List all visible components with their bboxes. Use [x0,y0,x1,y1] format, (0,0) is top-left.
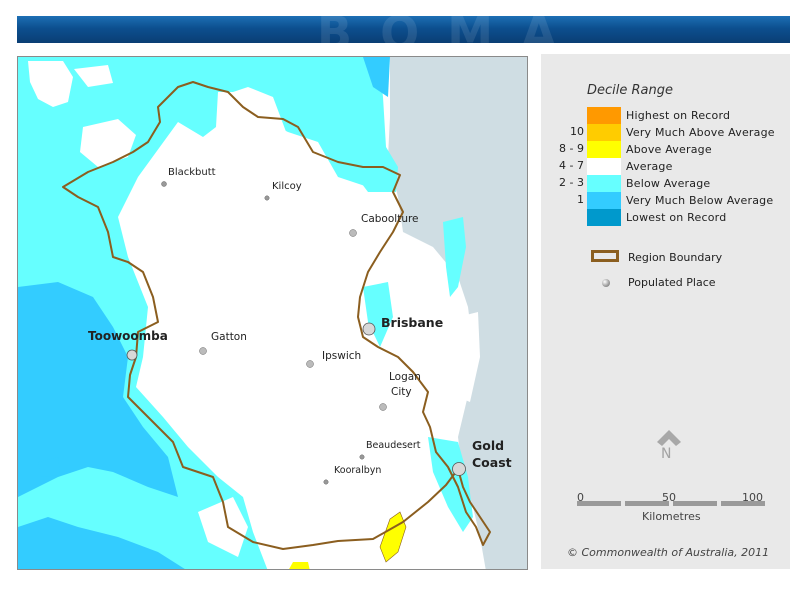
place-label-brisbane: Brisbane [381,315,443,330]
banner-watermark: B O M A [317,6,563,60]
scale-bar-segment [721,501,765,506]
legend-panel: Decile Range Highest on Record 10 Very M… [541,54,790,569]
populated-place-key [602,279,610,287]
legend-label: Very Much Below Average [626,194,774,207]
legend-swatch [587,158,621,175]
place-dot-blackbutt[interactable] [161,181,167,187]
legend-row-very-much-above: 10 Very Much Above Average [541,124,790,141]
legend-row-above: 8 - 9 Above Average [541,141,790,158]
legend-swatch [587,107,621,124]
rainfall-decile-map[interactable]: Blackbutt Kilcoy Caboolture Brisbane Too… [17,56,528,570]
place-dot-logan-city[interactable] [379,403,387,411]
map-canvas: Blackbutt Kilcoy Caboolture Brisbane Too… [18,57,527,569]
legend-row-very-much-below: 1 Very Much Below Average [541,192,790,209]
place-dot-gold-coast[interactable] [452,462,466,476]
place-label-ipswich: Ipswich [322,350,361,362]
place-dot-brisbane[interactable] [362,322,376,336]
legend-row-average: 4 - 7 Average [541,158,790,175]
header-banner: B O M A [17,6,790,60]
legend-code: 10 [570,125,584,138]
scale-bar-segment [577,501,621,506]
legend-row-below: 2 - 3 Below Average [541,175,790,192]
legend-code: 4 - 7 [559,159,584,172]
place-label-gatton: Gatton [211,331,247,343]
copyright-notice: © Commonwealth of Australia, 2011 [567,546,770,559]
place-dot-gatton[interactable] [199,347,207,355]
legend-label: Above Average [626,143,712,156]
legend-swatch [587,124,621,141]
legend-label: Lowest on Record [626,211,727,224]
legend-label: Below Average [626,177,711,190]
region-boundary-key [591,250,619,262]
place-label-toowoomba: Toowoomba [88,329,168,343]
legend-label: Very Much Above Average [626,126,775,139]
legend-row-lowest: Lowest on Record [541,209,790,226]
legend-label: Average [626,160,673,173]
scale-bar-segment [625,501,669,506]
north-label: N [661,446,672,462]
place-label-logan: Logan [389,371,421,383]
legend-swatch [587,209,621,226]
place-dot-kooralbyn[interactable] [323,479,329,485]
place-dot-toowoomba[interactable] [126,349,138,361]
legend-code: 2 - 3 [559,176,584,189]
legend-label: Highest on Record [626,109,731,122]
scale-unit-label: Kilometres [642,510,701,523]
populated-place-label: Populated Place [628,276,716,289]
place-label-beaudesert: Beaudesert [366,440,421,451]
place-label-caboolture: Caboolture [361,213,419,225]
place-label-coast: Coast [472,455,512,470]
place-dot-kilcoy[interactable] [264,195,270,201]
legend-swatch [587,192,621,209]
place-dot-beaudesert[interactable] [359,454,365,460]
place-label-gold: Gold [472,438,504,453]
place-dot-ipswich[interactable] [306,360,314,368]
place-label-kooralbyn: Kooralbyn [334,465,381,476]
legend-code: 1 [577,193,584,206]
place-label-kilcoy: Kilcoy [272,181,302,192]
legend-code: 8 - 9 [559,142,584,155]
legend-row-highest: Highest on Record [541,107,790,124]
place-dot-caboolture[interactable] [349,229,357,237]
region-boundary-label: Region Boundary [628,251,723,264]
legend-title: Decile Range [587,83,673,98]
place-label-city: City [391,386,412,398]
legend-swatch [587,175,621,192]
place-label-blackbutt: Blackbutt [168,167,216,178]
legend-swatch [587,141,621,158]
scale-bar-segment [673,501,717,506]
